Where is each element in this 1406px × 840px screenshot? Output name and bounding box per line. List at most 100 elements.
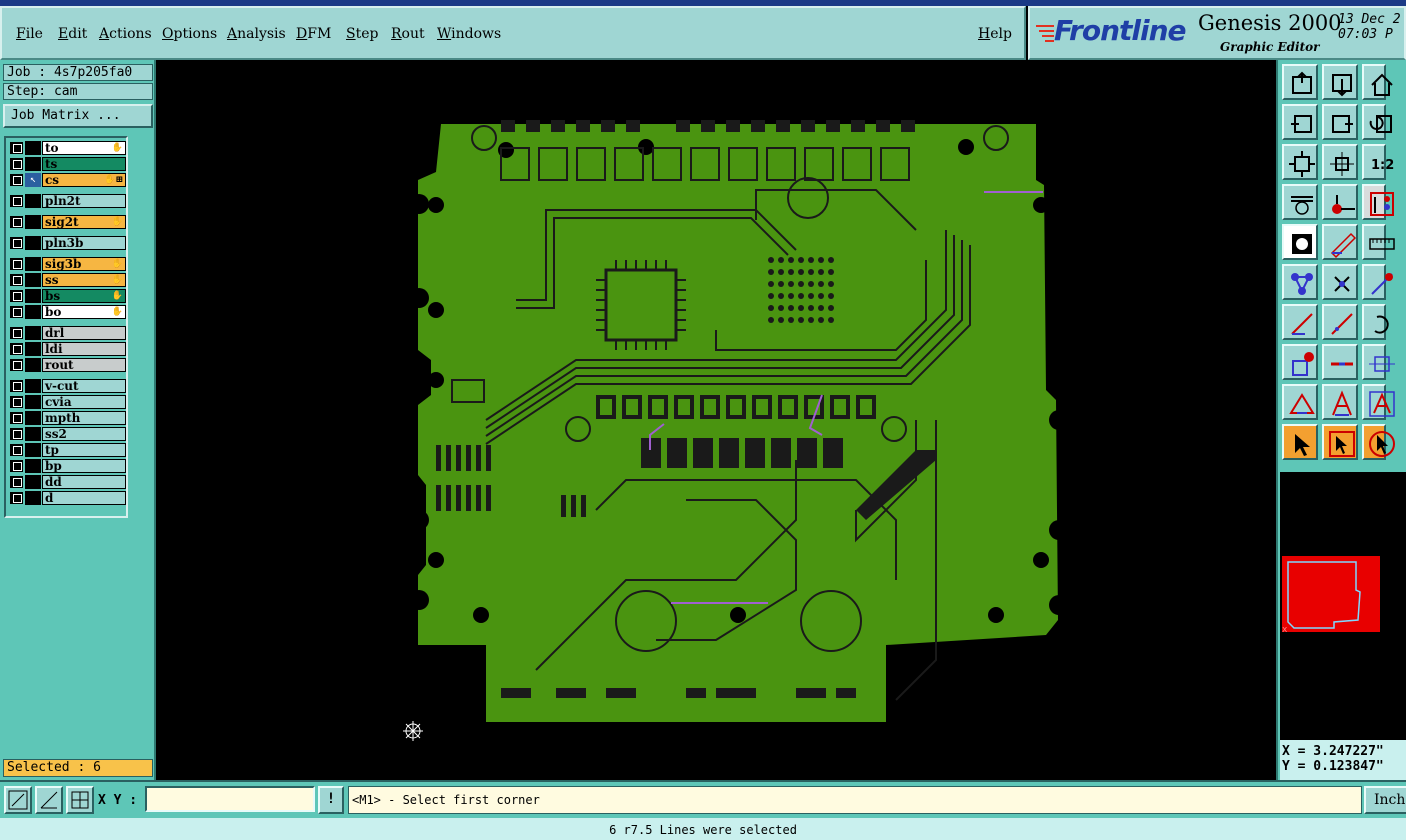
layer-affected-toggle[interactable] <box>25 491 41 505</box>
fit-all-button[interactable] <box>1282 144 1318 180</box>
layer-row-cs[interactable]: ↖ cs ✋⊞ <box>8 173 126 187</box>
layer-row-cvia[interactable]: cvia <box>8 395 126 409</box>
line-add-button[interactable] <box>1282 304 1318 340</box>
layer-select-button[interactable] <box>1362 184 1394 220</box>
layer-display-checkbox[interactable] <box>10 476 23 488</box>
layer-row-rout[interactable]: rout <box>8 358 126 372</box>
layer-row-v-cut[interactable]: v-cut <box>8 379 126 393</box>
undo-button[interactable] <box>1362 104 1392 140</box>
layer-row-sig3b[interactable]: sig3b ✋ <box>8 257 126 271</box>
layer-row-tp[interactable]: tp <box>8 443 126 457</box>
layer-row-bo[interactable]: bo ✋ <box>8 305 126 319</box>
layer-display-checkbox[interactable] <box>10 428 23 440</box>
layer-display-checkbox[interactable] <box>10 327 23 339</box>
line-edit-button[interactable] <box>1322 304 1358 340</box>
layer-row-d[interactable]: d <box>8 491 126 505</box>
pointer-circle-button[interactable] <box>1362 424 1395 460</box>
menu-analysis[interactable]: Analysis <box>227 26 286 42</box>
menu-edit[interactable]: Edit <box>58 26 87 42</box>
point-button[interactable] <box>1362 264 1393 300</box>
layer-row-ss[interactable]: ss ✋ <box>8 273 126 287</box>
snapshot-button[interactable] <box>1282 224 1318 260</box>
pad-add-button[interactable] <box>1282 344 1318 380</box>
layer-affected-toggle[interactable] <box>25 459 41 473</box>
layer-row-bp[interactable]: bp <box>8 459 126 473</box>
pointer-box-button[interactable] <box>1322 424 1358 460</box>
snap-button[interactable] <box>35 786 63 814</box>
layer-row-ts[interactable]: ts <box>8 157 126 171</box>
layer-affected-toggle[interactable] <box>25 289 41 303</box>
pointer-button[interactable] <box>1282 424 1318 460</box>
menu-help[interactable]: Help <box>978 26 1012 42</box>
layer-affected-toggle[interactable] <box>25 395 41 409</box>
text-a-frame-button[interactable] <box>1362 384 1395 420</box>
layer-affected-toggle[interactable] <box>25 194 41 208</box>
home-button[interactable] <box>1362 64 1393 100</box>
layer-display-checkbox[interactable] <box>10 174 23 186</box>
ruler-button[interactable] <box>1362 224 1395 260</box>
layer-display-checkbox[interactable] <box>10 195 23 207</box>
layer-affected-toggle[interactable] <box>25 326 41 340</box>
affected-arrow-icon[interactable]: ↖ <box>25 173 41 187</box>
layer-display-checkbox[interactable] <box>10 343 23 355</box>
layer-display-checkbox[interactable] <box>10 412 23 424</box>
layer-affected-toggle[interactable] <box>25 427 41 441</box>
layer-affected-toggle[interactable] <box>25 342 41 356</box>
layer-affected-toggle[interactable] <box>25 379 41 393</box>
layer-affected-toggle[interactable] <box>25 358 41 372</box>
overview-map[interactable]: x <box>1280 556 1406 648</box>
arc-button[interactable] <box>1362 304 1389 340</box>
graphic-canvas[interactable] <box>156 60 1276 780</box>
layer-display-checkbox[interactable] <box>10 274 23 286</box>
layer-affected-toggle[interactable] <box>25 157 41 171</box>
layer-display-checkbox[interactable] <box>10 158 23 170</box>
layer-row-pln2t[interactable]: pln2t <box>8 194 126 208</box>
layer-row-ldi[interactable]: ldi <box>8 342 126 356</box>
net-button[interactable] <box>1282 264 1318 300</box>
units-button[interactable]: Inch <box>1364 786 1406 814</box>
layer-display-checkbox[interactable] <box>10 359 23 371</box>
layer-display-checkbox[interactable] <box>10 258 23 270</box>
layer-row-mpth[interactable]: mpth <box>8 411 126 425</box>
triangle-button[interactable] <box>1282 384 1318 420</box>
layer-display-checkbox[interactable] <box>10 216 23 228</box>
menu-rout[interactable]: Rout <box>391 26 425 42</box>
job-matrix-button[interactable]: Job Matrix ... <box>3 104 153 128</box>
probe-button[interactable] <box>1322 184 1358 220</box>
layer-affected-toggle[interactable] <box>25 215 41 229</box>
xy-input[interactable] <box>145 786 315 812</box>
layer-row-dd[interactable]: dd <box>8 475 126 489</box>
layer-display-checkbox[interactable] <box>10 444 23 456</box>
layer-display-checkbox[interactable] <box>10 460 23 472</box>
layer-row-ss2[interactable]: ss2 <box>8 427 126 441</box>
menu-file[interactable]: File <box>16 26 43 42</box>
layer-affected-toggle[interactable] <box>25 443 41 457</box>
measure-button[interactable] <box>1322 224 1358 260</box>
layer-display-checkbox[interactable] <box>10 306 23 318</box>
dash-button[interactable] <box>1322 344 1358 380</box>
layer-affected-toggle[interactable] <box>25 475 41 489</box>
tool-settings-button[interactable] <box>1282 184 1318 220</box>
layer-affected-toggle[interactable] <box>25 273 41 287</box>
layer-display-checkbox[interactable] <box>10 380 23 392</box>
zoom-out-button[interactable] <box>1322 64 1358 100</box>
cross-button[interactable] <box>1322 264 1358 300</box>
menu-options[interactable]: Options <box>162 26 217 42</box>
zoom-home-button[interactable] <box>1282 64 1318 100</box>
layer-affected-toggle[interactable] <box>25 257 41 271</box>
grid-button[interactable] <box>66 786 94 814</box>
layer-affected-toggle[interactable] <box>25 411 41 425</box>
menu-step[interactable]: Step <box>346 26 378 42</box>
layer-affected-toggle[interactable] <box>25 141 41 155</box>
layer-affected-toggle[interactable] <box>25 305 41 319</box>
layer-row-bs[interactable]: bs ✋ <box>8 289 126 303</box>
layer-affected-toggle[interactable] <box>25 236 41 250</box>
zoom-previous-button[interactable] <box>1282 104 1318 140</box>
layer-display-checkbox[interactable] <box>10 237 23 249</box>
menu-dfm[interactable]: DFM <box>296 26 331 42</box>
one-to-two-button[interactable]: 1:2 <box>1362 144 1394 180</box>
layer-row-sig2t[interactable]: sig2t ✋ <box>8 215 126 229</box>
menu-windows[interactable]: Windows <box>437 26 501 42</box>
text-a-button[interactable] <box>1322 384 1358 420</box>
menu-actions[interactable]: Actions <box>99 26 152 42</box>
